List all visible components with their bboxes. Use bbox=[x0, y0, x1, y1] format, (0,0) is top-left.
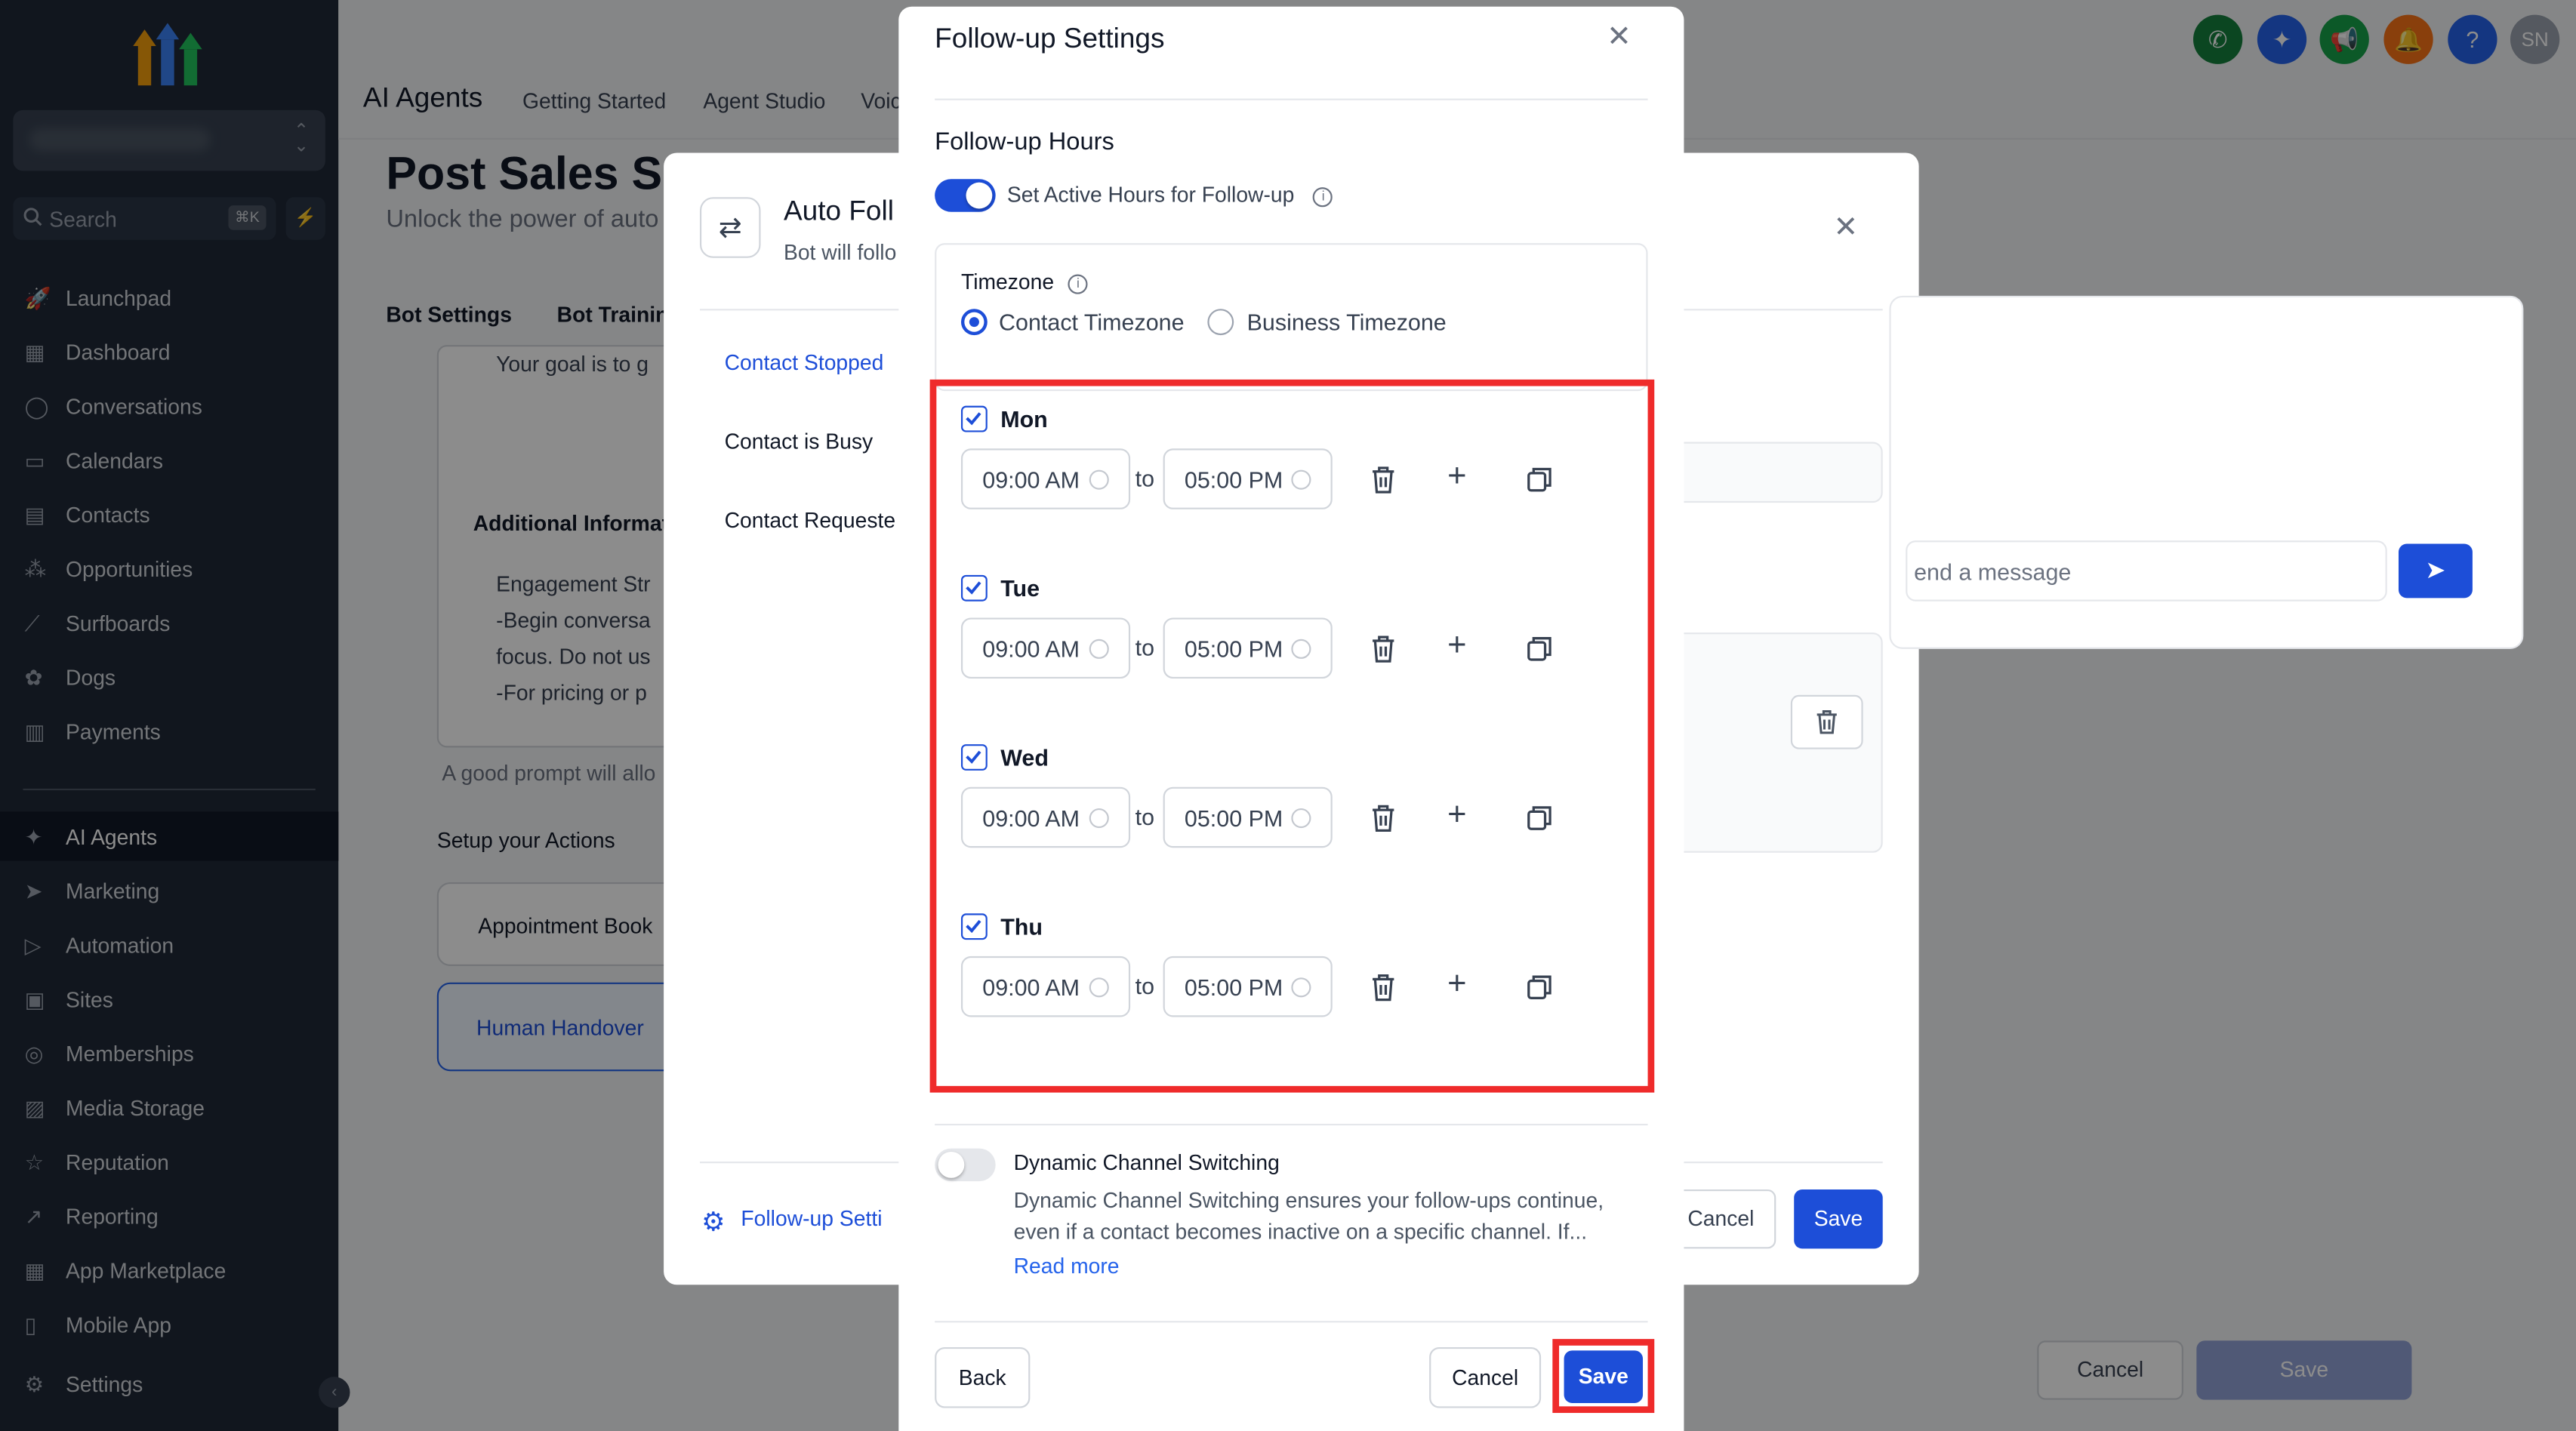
followup-scenario-contact-stopped[interactable]: Contact Stopped bbox=[725, 350, 884, 375]
dynamic-switching-title: Dynamic Channel Switching bbox=[1013, 1149, 1280, 1175]
info-icon[interactable]: i bbox=[1068, 274, 1089, 294]
back-button[interactable]: Back bbox=[935, 1346, 1031, 1408]
toggle-knob bbox=[966, 182, 993, 209]
info-icon[interactable]: i bbox=[1313, 187, 1333, 208]
dynamic-switching-toggle[interactable] bbox=[935, 1148, 996, 1182]
cancel-button[interactable]: Cancel bbox=[1429, 1346, 1542, 1408]
contact-timezone-radio[interactable] bbox=[960, 309, 988, 336]
dynamic-switching-description: Dynamic Channel Switching ensures your f… bbox=[1013, 1187, 1604, 1243]
business-timezone-label[interactable]: Business Timezone bbox=[1247, 309, 1447, 335]
auto-followup-subtitle: Bot will follo bbox=[783, 239, 897, 265]
close-icon[interactable]: ✕ bbox=[1833, 211, 1858, 245]
send-icon[interactable]: ➤ bbox=[2398, 543, 2473, 599]
active-hours-toggle[interactable] bbox=[935, 179, 996, 212]
active-hours-text: Set Active Hours for Follow-up bbox=[1006, 182, 1295, 208]
followup-scenario-contact-busy[interactable]: Contact is Busy bbox=[725, 429, 874, 454]
followup-hours-heading: Follow-up Hours bbox=[935, 128, 1114, 156]
repeat-arrows-icon: ⇄ bbox=[699, 197, 761, 258]
read-more-link[interactable]: Read more bbox=[1014, 1254, 1120, 1279]
header-divider bbox=[935, 98, 1648, 100]
contact-timezone-label[interactable]: Contact Timezone bbox=[999, 309, 1185, 335]
highlight-box-days bbox=[929, 379, 1655, 1093]
message-input[interactable]: end a message bbox=[1906, 540, 2387, 602]
followup-settings-link[interactable]: Follow-up Setti bbox=[741, 1206, 882, 1231]
footer-divider bbox=[935, 1321, 1648, 1323]
auto-followup-title: Auto Foll bbox=[783, 195, 894, 227]
gear-icon: ⚙ bbox=[701, 1209, 726, 1238]
followup-scenario-contact-requested[interactable]: Contact Requeste bbox=[725, 508, 895, 533]
timezone-label: Timezone i bbox=[960, 269, 1089, 294]
toggle-knob bbox=[938, 1151, 965, 1178]
close-icon[interactable]: ✕ bbox=[1607, 20, 1632, 54]
trash-icon bbox=[1816, 710, 1837, 734]
delete-followup-button[interactable] bbox=[1790, 694, 1863, 749]
section-divider bbox=[935, 1123, 1648, 1126]
timezone-label-text: Timezone bbox=[960, 269, 1055, 294]
active-hours-label: Set Active Hours for Follow-up i bbox=[1007, 183, 1333, 208]
save-button[interactable]: Save bbox=[1564, 1350, 1644, 1403]
auto-followup-save-button[interactable]: Save bbox=[1794, 1189, 1883, 1249]
business-timezone-radio[interactable] bbox=[1207, 309, 1234, 336]
modal-title: Follow-up Settings bbox=[935, 23, 1165, 54]
